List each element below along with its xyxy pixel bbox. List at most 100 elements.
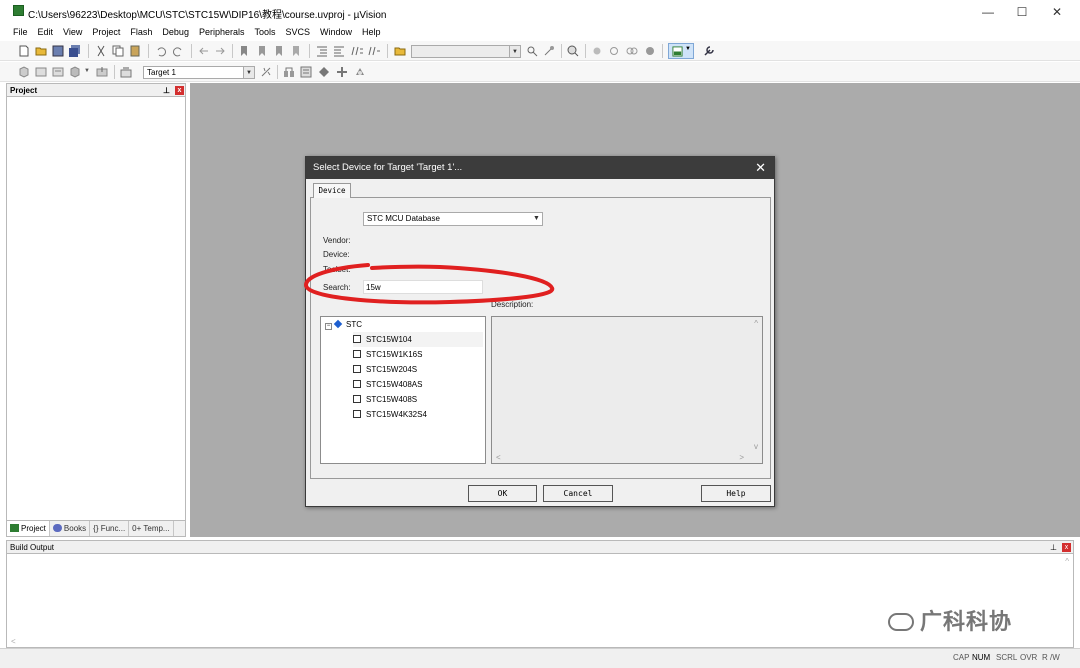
batch-build-icon[interactable]	[69, 66, 81, 78]
uncomment-icon[interactable]	[368, 45, 380, 57]
status-bar: CAP NUM SCRL OVR R /W	[0, 648, 1080, 668]
close-button[interactable]: ✕	[1040, 0, 1074, 24]
chip-icon	[353, 380, 361, 388]
target-select[interactable]: Target 1 ▼	[143, 66, 255, 79]
menu-help[interactable]: Help	[357, 24, 386, 40]
breakpoint-disable-icon[interactable]	[608, 45, 620, 57]
maximize-button[interactable]: ☐	[1005, 0, 1039, 24]
list-item[interactable]: STC15W408S	[353, 392, 417, 407]
target-select-value: Target 1	[147, 68, 176, 77]
tab-project[interactable]: Project	[7, 521, 50, 536]
target-options-icon[interactable]	[260, 66, 272, 78]
dialog-close-icon[interactable]: ✕	[755, 157, 766, 179]
chip-icon	[353, 365, 361, 373]
breakpoint-icon[interactable]	[591, 45, 603, 57]
menu-tools[interactable]: Tools	[249, 24, 280, 40]
scroll-left-icon[interactable]: <	[496, 453, 501, 462]
chip-icon	[353, 350, 361, 358]
chip-icon	[353, 335, 361, 343]
manage-rte-icon[interactable]	[354, 66, 366, 78]
debug-session-icon[interactable]	[567, 45, 579, 57]
menu-file[interactable]: File	[8, 24, 33, 40]
build-icon[interactable]	[35, 66, 47, 78]
list-item[interactable]: STC15W408AS	[353, 377, 422, 392]
pin-icon[interactable]: ⊥	[1050, 541, 1057, 554]
find-icon[interactable]	[526, 45, 538, 57]
breakpoint-disable-all-icon[interactable]	[644, 45, 656, 57]
menu-svcs[interactable]: SVCS	[281, 24, 316, 40]
pack-installer-icon[interactable]	[336, 66, 348, 78]
bookmark-next-icon[interactable]	[273, 45, 285, 57]
manage-project-items-icon[interactable]	[300, 66, 312, 78]
copy-icon[interactable]	[112, 45, 124, 57]
menu-edit[interactable]: Edit	[33, 24, 59, 40]
close-panel-icon[interactable]: x	[1062, 543, 1071, 552]
pin-icon[interactable]: ⊥	[163, 84, 170, 97]
menu-peripherals[interactable]: Peripherals	[194, 24, 250, 40]
indent-icon[interactable]	[316, 45, 328, 57]
file-extensions-icon[interactable]	[283, 66, 295, 78]
database-select[interactable]: STC MCU Database ▼	[363, 212, 543, 226]
menu-window[interactable]: Window	[315, 24, 357, 40]
new-file-icon[interactable]	[18, 45, 30, 57]
save-all-icon[interactable]	[69, 45, 81, 57]
open-folder-icon[interactable]	[35, 45, 47, 57]
bookmark-clear-icon[interactable]	[290, 45, 302, 57]
tree-root-stc[interactable]: − STC	[325, 317, 362, 332]
tab-books[interactable]: Books	[50, 521, 91, 536]
breakpoint-kill-icon[interactable]	[626, 45, 638, 57]
rebuild-icon[interactable]	[52, 66, 64, 78]
batch-build-dropdown-icon[interactable]: ▼	[84, 68, 90, 74]
menu-flash[interactable]: Flash	[125, 24, 157, 40]
incremental-find-icon[interactable]	[543, 45, 555, 57]
scroll-left-icon[interactable]: <	[11, 637, 16, 646]
dialog-title-bar: Select Device for Target 'Target 1'... ✕	[306, 157, 774, 179]
description-box: ^ v < >	[491, 316, 763, 464]
tab-device[interactable]: Device	[313, 183, 351, 198]
tab-functions[interactable]: {} Func...	[90, 521, 130, 536]
cut-icon[interactable]	[95, 45, 107, 57]
menu-view[interactable]: View	[58, 24, 87, 40]
bookmark-icon[interactable]	[238, 45, 250, 57]
cancel-button[interactable]: Cancel	[543, 485, 613, 502]
select-device-dialog: Select Device for Target 'Target 1'... ✕…	[305, 156, 775, 507]
redo-icon[interactable]	[172, 45, 184, 57]
download-icon[interactable]	[96, 66, 108, 78]
load-icon[interactable]	[120, 66, 132, 78]
comment-icon[interactable]	[351, 45, 363, 57]
undo-icon[interactable]	[155, 45, 167, 57]
scroll-up-icon[interactable]: ^	[754, 319, 758, 328]
list-item[interactable]: STC15W104	[353, 332, 483, 347]
bookmark-prev-icon[interactable]	[256, 45, 268, 57]
unindent-icon[interactable]	[333, 45, 345, 57]
select-packs-icon[interactable]	[318, 66, 330, 78]
scroll-up-icon[interactable]: ^	[1065, 557, 1069, 566]
main-toolbar: ▼ ▼	[0, 41, 1080, 61]
save-icon[interactable]	[52, 45, 64, 57]
translate-icon[interactable]	[18, 66, 30, 78]
close-panel-icon[interactable]: x	[175, 86, 184, 95]
help-button[interactable]: Help	[701, 485, 771, 502]
find-combo[interactable]: ▼	[411, 45, 521, 58]
project-panel: Project ⊥ x Project Books {} Func... 0+ …	[6, 83, 186, 537]
tab-templates[interactable]: 0+ Temp...	[129, 521, 174, 536]
build-output-title: Build Output	[10, 543, 55, 552]
menu-project[interactable]: Project	[87, 24, 125, 40]
list-item[interactable]: STC15W4K32S4	[353, 407, 427, 422]
configure-tools-icon[interactable]	[703, 45, 715, 57]
window-layout-button[interactable]: ▼	[668, 43, 694, 59]
menu-debug[interactable]: Debug	[157, 24, 194, 40]
minimize-button[interactable]: —	[971, 0, 1005, 24]
scroll-down-icon[interactable]: v	[754, 442, 758, 451]
list-item[interactable]: STC15W1K16S	[353, 347, 422, 362]
build-output-header: Build Output ⊥ x	[7, 541, 1073, 554]
window-title: C:\Users\96223\Desktop\MCU\STC\STC15W\DI…	[28, 10, 387, 21]
scroll-right-icon[interactable]: >	[739, 453, 744, 462]
collapse-icon[interactable]: −	[325, 323, 332, 330]
navigate-back-icon[interactable]	[198, 45, 210, 57]
list-item[interactable]: STC15W204S	[353, 362, 417, 377]
find-in-files-icon[interactable]	[394, 45, 406, 57]
ok-button[interactable]: OK	[468, 485, 537, 502]
paste-icon[interactable]	[129, 45, 141, 57]
navigate-forward-icon[interactable]	[214, 45, 226, 57]
